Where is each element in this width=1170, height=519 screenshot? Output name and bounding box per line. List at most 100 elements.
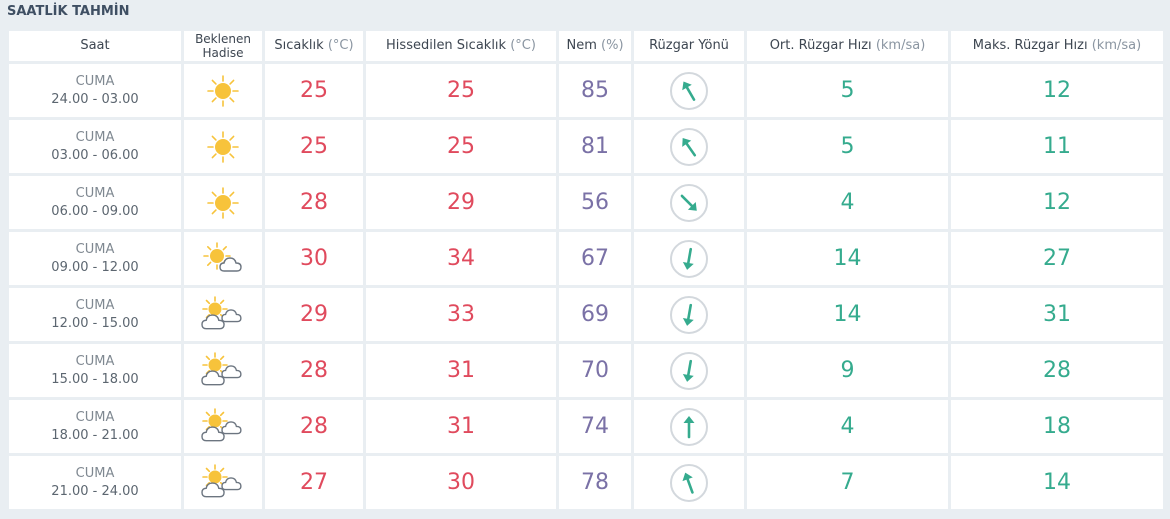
page-title: SAATLİK TAHMİN — [7, 4, 130, 19]
time-range: 24.00 - 03.00 — [51, 91, 139, 107]
humidity-value: 81 — [559, 120, 631, 173]
humidity-value: 85 — [559, 64, 631, 117]
sunny-icon — [184, 127, 262, 167]
feels-like-value: 33 — [366, 288, 556, 341]
wind-direction-cell — [634, 400, 744, 453]
feels-like-value: 30 — [366, 456, 556, 509]
max-wind-speed-value: 28 — [951, 344, 1163, 397]
humidity-value: 56 — [559, 176, 631, 229]
avg-wind-speed-value: 14 — [747, 232, 948, 285]
time-range: 15.00 - 18.00 — [51, 371, 139, 387]
time-cell: CUMA 09.00 - 12.00 — [9, 232, 181, 285]
table-row: CUMA 18.00 - 21.00 28 31 74 4 18 — [9, 400, 1163, 453]
time-cell: CUMA 12.00 - 15.00 — [9, 288, 181, 341]
feels-like-value: 31 — [366, 400, 556, 453]
feels-like-value: 25 — [366, 120, 556, 173]
header-saat: Saat — [9, 31, 181, 61]
temperature-value: 30 — [265, 232, 363, 285]
wind-direction-cell — [634, 288, 744, 341]
weather-cell — [184, 176, 262, 229]
wind-direction-cell — [634, 232, 744, 285]
humidity-value: 69 — [559, 288, 631, 341]
header-nem: Nem (%) — [559, 31, 631, 61]
mostly-cloudy-icon — [184, 351, 262, 391]
header-maks-ruzgar: Maks. Rüzgar Hızı (km/sa) — [951, 31, 1163, 61]
feels-like-value: 25 — [366, 64, 556, 117]
wind-direction-arrow-icon — [634, 407, 744, 447]
table-row: CUMA 21.00 - 24.00 27 30 78 7 14 — [9, 456, 1163, 509]
wind-direction-cell — [634, 64, 744, 117]
wind-direction-cell — [634, 344, 744, 397]
header-ruzgar-yonu: Rüzgar Yönü — [634, 31, 744, 61]
weather-cell — [184, 120, 262, 173]
wind-direction-arrow-icon — [634, 127, 744, 167]
table-row: CUMA 06.00 - 09.00 28 29 56 4 12 — [9, 176, 1163, 229]
table-row: CUMA 12.00 - 15.00 29 33 69 14 31 — [9, 288, 1163, 341]
time-range: 09.00 - 12.00 — [51, 259, 139, 275]
avg-wind-speed-value: 4 — [747, 400, 948, 453]
temperature-value: 25 — [265, 64, 363, 117]
humidity-value: 67 — [559, 232, 631, 285]
temperature-value: 28 — [265, 344, 363, 397]
wind-direction-arrow-icon — [634, 71, 744, 111]
temperature-value: 28 — [265, 400, 363, 453]
feels-like-value: 29 — [366, 176, 556, 229]
hourly-forecast-table: Saat Beklenen Hadise Sıcaklık (°C) Hisse… — [6, 28, 1166, 512]
humidity-value: 70 — [559, 344, 631, 397]
time-range: 12.00 - 15.00 — [51, 315, 139, 331]
weather-cell — [184, 288, 262, 341]
day-label: CUMA — [75, 185, 115, 201]
wind-direction-arrow-icon — [634, 463, 744, 503]
max-wind-speed-value: 31 — [951, 288, 1163, 341]
wind-direction-arrow-icon — [634, 239, 744, 279]
weather-cell — [184, 456, 262, 509]
max-wind-speed-value: 12 — [951, 64, 1163, 117]
mostly-cloudy-icon — [184, 407, 262, 447]
temperature-value: 27 — [265, 456, 363, 509]
header-sicaklik: Sıcaklık (°C) — [265, 31, 363, 61]
time-cell: CUMA 06.00 - 09.00 — [9, 176, 181, 229]
day-label: CUMA — [75, 353, 115, 369]
time-range: 21.00 - 24.00 — [51, 483, 139, 499]
day-label: CUMA — [75, 73, 115, 89]
day-label: CUMA — [75, 129, 115, 145]
partly-cloudy-icon — [184, 239, 262, 279]
time-range: 06.00 - 09.00 — [51, 203, 139, 219]
humidity-value: 74 — [559, 400, 631, 453]
max-wind-speed-value: 18 — [951, 400, 1163, 453]
header-hadise: Beklenen Hadise — [184, 31, 262, 61]
wind-direction-cell — [634, 176, 744, 229]
wind-direction-arrow-icon — [634, 295, 744, 335]
temperature-value: 25 — [265, 120, 363, 173]
wind-direction-arrow-icon — [634, 183, 744, 223]
table-row: CUMA 09.00 - 12.00 30 34 67 14 27 — [9, 232, 1163, 285]
time-range: 18.00 - 21.00 — [51, 427, 139, 443]
avg-wind-speed-value: 9 — [747, 344, 948, 397]
avg-wind-speed-value: 5 — [747, 64, 948, 117]
weather-cell — [184, 400, 262, 453]
humidity-value: 78 — [559, 456, 631, 509]
header-ort-ruzgar: Ort. Rüzgar Hızı (km/sa) — [747, 31, 948, 61]
max-wind-speed-value: 27 — [951, 232, 1163, 285]
wind-direction-arrow-icon — [634, 351, 744, 391]
day-label: CUMA — [75, 465, 115, 481]
table-row: CUMA 03.00 - 06.00 25 25 81 5 11 — [9, 120, 1163, 173]
day-label: CUMA — [75, 241, 115, 257]
table-row: CUMA 15.00 - 18.00 28 31 70 9 28 — [9, 344, 1163, 397]
wind-direction-cell — [634, 456, 744, 509]
max-wind-speed-value: 12 — [951, 176, 1163, 229]
time-cell: CUMA 03.00 - 06.00 — [9, 120, 181, 173]
feels-like-value: 34 — [366, 232, 556, 285]
temperature-value: 29 — [265, 288, 363, 341]
sunny-icon — [184, 183, 262, 223]
time-cell: CUMA 21.00 - 24.00 — [9, 456, 181, 509]
avg-wind-speed-value: 14 — [747, 288, 948, 341]
sunny-icon — [184, 71, 262, 111]
wind-direction-cell — [634, 120, 744, 173]
feels-like-value: 31 — [366, 344, 556, 397]
mostly-cloudy-icon — [184, 463, 262, 503]
weather-cell — [184, 344, 262, 397]
max-wind-speed-value: 11 — [951, 120, 1163, 173]
avg-wind-speed-value: 4 — [747, 176, 948, 229]
mostly-cloudy-icon — [184, 295, 262, 335]
